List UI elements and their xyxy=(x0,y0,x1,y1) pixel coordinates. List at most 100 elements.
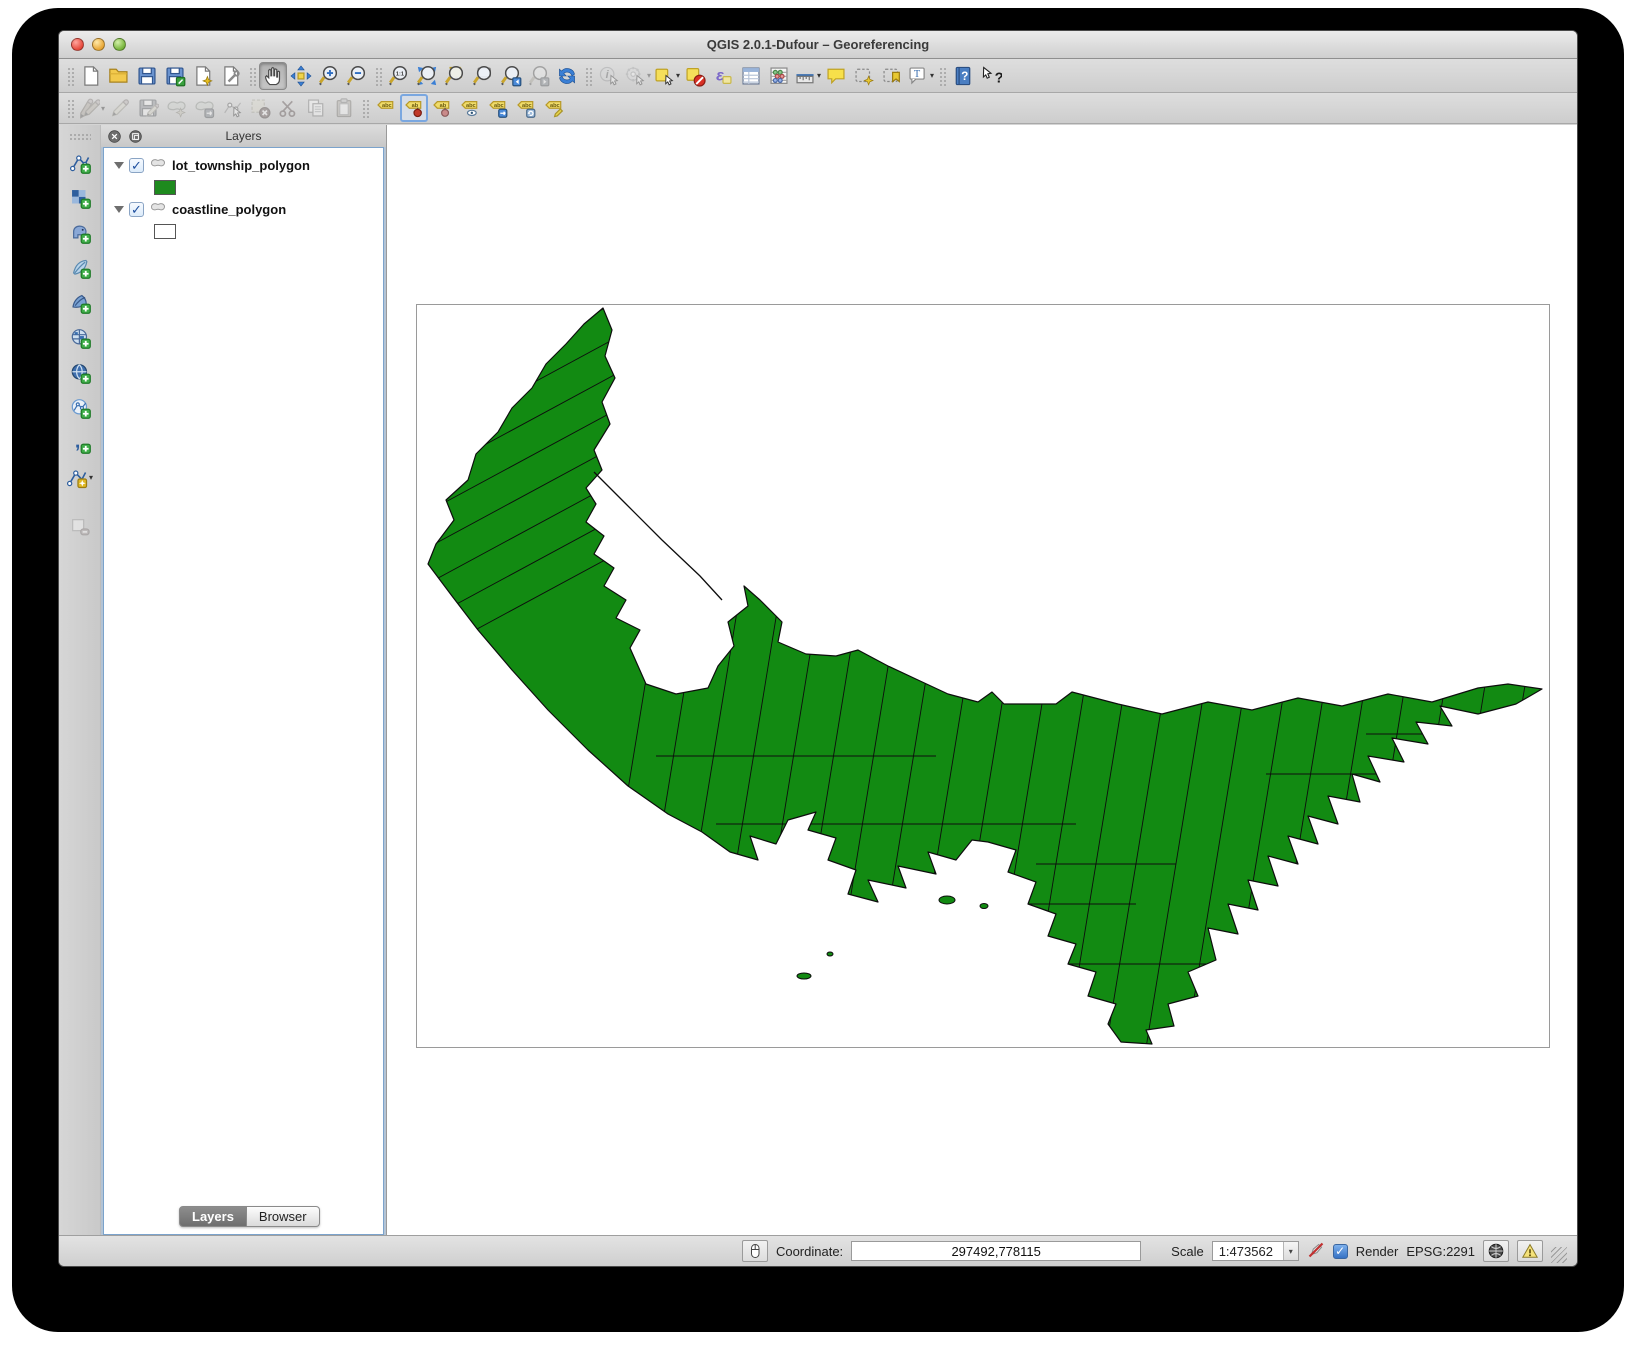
layer-row-coastline[interactable]: ✓ coastline_polygon xyxy=(108,198,379,220)
blob-star-icon xyxy=(165,97,187,119)
expand-arrow-icon[interactable] xyxy=(114,162,124,169)
rotate-label-button[interactable]: abc xyxy=(512,94,540,122)
add-raster-layer-button[interactable] xyxy=(66,182,94,213)
select-features-button[interactable]: ▾ xyxy=(652,62,681,90)
select-rect-icon xyxy=(653,65,675,87)
open-project-button[interactable] xyxy=(105,62,133,90)
new-shapefile-layer-button[interactable]: ▾ xyxy=(65,462,94,493)
zoom-full-extent-button[interactable] xyxy=(413,62,441,90)
add-mssql-layer-button[interactable] xyxy=(66,287,94,318)
new-bookmark-button[interactable] xyxy=(850,62,878,90)
manage-layers-toolbar: ,▾ xyxy=(59,125,101,1235)
dropdown-arrow-icon[interactable]: ▾ xyxy=(676,71,680,80)
coastline-swatch[interactable] xyxy=(154,224,176,239)
layer-tree[interactable]: ✓ lot_township_polygon ✓ coastline_polyg… xyxy=(103,147,384,1235)
text-annotation-button[interactable]: T▾ xyxy=(906,62,935,90)
change-label-button[interactable]: abc xyxy=(540,94,568,122)
pan-map-button[interactable] xyxy=(259,62,287,90)
open-attribute-table-button[interactable] xyxy=(737,62,765,90)
pin-unpin-labels-button[interactable]: ab xyxy=(400,94,428,122)
help-contents-button[interactable]: ? xyxy=(949,62,977,90)
panel-tabs: Layers Browser xyxy=(179,1206,320,1227)
layer-name[interactable]: coastline_polygon xyxy=(172,202,286,217)
window-resize-grip[interactable] xyxy=(1551,1247,1567,1263)
show-bookmarks-button[interactable] xyxy=(878,62,906,90)
deselect-features-button[interactable] xyxy=(681,62,709,90)
add-delimited-text-layer-button[interactable]: , xyxy=(66,427,94,458)
svg-text:1:1: 1:1 xyxy=(396,71,404,77)
node-tool-button xyxy=(218,94,246,122)
tab-layers[interactable]: Layers xyxy=(179,1206,247,1227)
dropdown-arrow-icon[interactable]: ▾ xyxy=(101,104,105,113)
svg-text:,: , xyxy=(74,432,79,452)
zoom-to-selection-button[interactable] xyxy=(441,62,469,90)
svg-text:abc: abc xyxy=(494,103,504,109)
wfs-icon xyxy=(69,397,91,419)
field-calculator-button[interactable] xyxy=(765,62,793,90)
mouse-icon xyxy=(746,1242,764,1260)
stop-render-icon[interactable] xyxy=(1307,1241,1325,1262)
show-hidden-labels-button[interactable]: abc xyxy=(456,94,484,122)
zoom-full-icon xyxy=(416,65,438,87)
map-tips-icon xyxy=(825,65,847,87)
zoom-next-icon xyxy=(528,65,550,87)
dropdown-arrow-icon[interactable]: ▾ xyxy=(647,71,651,80)
map-canvas[interactable] xyxy=(386,125,1577,1235)
new-project-button[interactable] xyxy=(77,62,105,90)
map-tips-button[interactable] xyxy=(822,62,850,90)
delimited-text-icon: , xyxy=(69,432,91,454)
sand-spit xyxy=(594,472,722,600)
add-wcs-layer-button[interactable] xyxy=(66,357,94,388)
titlebar[interactable]: QGIS 2.0.1-Dufour – Georeferencing xyxy=(59,31,1577,59)
coordinate-input[interactable] xyxy=(851,1241,1141,1261)
highlight-pinned-labels-button[interactable]: ab xyxy=(428,94,456,122)
current-edits-button: ▾ xyxy=(77,94,106,122)
render-checkbox[interactable]: ✓ xyxy=(1333,1244,1348,1259)
mouse-position-toggle-button[interactable] xyxy=(742,1240,768,1262)
layer-row-lot-township[interactable]: ✓ lot_township_polygon xyxy=(108,154,379,176)
zoom-last-button[interactable] xyxy=(497,62,525,90)
pan-to-selection-button[interactable] xyxy=(287,62,315,90)
dropdown-arrow-icon[interactable]: ▾ xyxy=(930,71,934,80)
zoom-out-button[interactable] xyxy=(343,62,371,90)
select-by-expression-button[interactable]: ε xyxy=(709,62,737,90)
zoom-to-layer-button[interactable] xyxy=(469,62,497,90)
dropdown-arrow-icon[interactable]: ▾ xyxy=(89,473,93,482)
expand-arrow-icon[interactable] xyxy=(114,206,124,213)
layer-labeling-options-button[interactable]: abc xyxy=(372,94,400,122)
dropdown-arrow-icon[interactable]: ▾ xyxy=(817,71,821,80)
scale-dropdown-arrow[interactable]: ▾ xyxy=(1283,1242,1298,1260)
new-print-composer-button[interactable] xyxy=(189,62,217,90)
svg-text:?: ? xyxy=(961,70,968,83)
add-postgis-layer-button[interactable] xyxy=(66,217,94,248)
add-spatialite-layer-button[interactable] xyxy=(66,252,94,283)
composer-manager-button[interactable] xyxy=(217,62,245,90)
refresh-map-button[interactable] xyxy=(553,62,581,90)
save-project-as-button[interactable] xyxy=(161,62,189,90)
qgis-window: QGIS 2.0.1-Dufour – Georeferencing 1:1i▾… xyxy=(58,30,1578,1267)
lot-township-swatch[interactable] xyxy=(154,180,176,195)
add-vector-layer-button[interactable] xyxy=(66,147,94,178)
measure-button[interactable]: ▾ xyxy=(793,62,822,90)
label-move-icon: abc xyxy=(487,97,509,119)
zoom-actual-size-button[interactable]: 1:1 xyxy=(385,62,413,90)
add-wfs-layer-button[interactable] xyxy=(66,392,94,423)
crs-status-button[interactable] xyxy=(1483,1240,1509,1262)
postgis-icon xyxy=(69,222,91,244)
zoom-selection-icon xyxy=(444,65,466,87)
add-wms-layer-button[interactable] xyxy=(66,322,94,353)
layer-visibility-checkbox[interactable]: ✓ xyxy=(129,158,144,173)
zoom-in-button[interactable] xyxy=(315,62,343,90)
map-view xyxy=(416,304,1550,1048)
layer-symbology-row xyxy=(108,220,379,242)
tab-browser[interactable]: Browser xyxy=(247,1206,320,1227)
move-label-button[interactable]: abc xyxy=(484,94,512,122)
feature-action-icon xyxy=(624,65,646,87)
messages-log-button[interactable] xyxy=(1517,1240,1543,1262)
whats-this-button[interactable]: ? xyxy=(977,62,1005,90)
scale-combo[interactable]: 1:473562 ▾ xyxy=(1212,1241,1299,1261)
layer-name[interactable]: lot_township_polygon xyxy=(172,158,310,173)
save-project-button[interactable] xyxy=(133,62,161,90)
svg-text:abc: abc xyxy=(382,103,392,109)
layer-visibility-checkbox[interactable]: ✓ xyxy=(129,202,144,217)
